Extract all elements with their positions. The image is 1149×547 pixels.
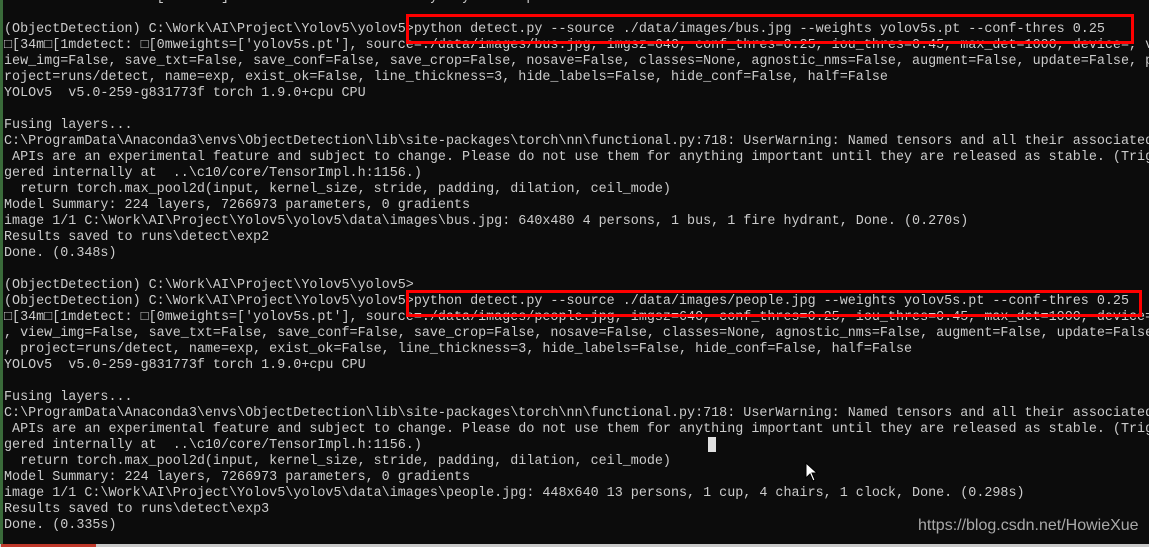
terminal-line: YOLOv5 v5.0-259-g831773f torch 1.9.0+cpu…	[4, 86, 366, 101]
terminal-line: , view_img=False, save_txt=False, save_c…	[4, 326, 1149, 341]
terminal-output[interactable]: FileNotFoundError: [Errno 2] No such fil…	[4, 0, 1149, 534]
terminal-line: C:\ProgramData\Anaconda3\envs\ObjectDete…	[4, 134, 1149, 149]
terminal-line: return torch.max_pool2d(input, kernel_si…	[4, 454, 671, 469]
watermark: https://blog.csdn.net/HowieXue	[918, 517, 1139, 534]
terminal-line: Fusing layers...	[4, 118, 133, 133]
mouse-pointer-icon	[805, 462, 819, 482]
highlight-box-command-1	[406, 14, 1134, 44]
terminal-line: Done. (0.348s)	[4, 246, 117, 261]
terminal-line: return torch.max_pool2d(input, kernel_si…	[4, 182, 671, 197]
terminal-line: image 1/1 C:\Work\AI\Project\Yolov5\yolo…	[4, 214, 969, 229]
terminal-line: image 1/1 C:\Work\AI\Project\Yolov5\yolo…	[4, 486, 1025, 501]
terminal-line: C:\ProgramData\Anaconda3\envs\ObjectDete…	[4, 406, 1149, 421]
terminal-line: Results saved to runs\detect\exp3	[4, 502, 270, 517]
text-cursor	[708, 437, 716, 452]
terminal-line: APIs are an experimental feature and sub…	[4, 150, 1149, 165]
terminal-line: Model Summary: 224 layers, 7266973 param…	[4, 198, 471, 213]
terminal-line: roject=runs/detect, name=exp, exist_ok=F…	[4, 70, 888, 85]
terminal-line: iew_img=False, save_txt=False, save_conf…	[4, 54, 1149, 69]
terminal-line: Model Summary: 224 layers, 7266973 param…	[4, 470, 471, 485]
terminal-line: gered internally at ..\c10/core/TensorIm…	[4, 166, 422, 181]
highlight-box-command-2	[406, 290, 1142, 317]
terminal-line: Fusing layers...	[4, 390, 133, 405]
terminal-line: APIs are an experimental feature and sub…	[4, 422, 1149, 437]
terminal-line: , project=runs/detect, name=exp, exist_o…	[4, 342, 913, 357]
window-edge	[0, 0, 3, 547]
terminal-line: YOLOv5 v5.0-259-g831773f torch 1.9.0+cpu…	[4, 358, 366, 373]
terminal-line: Results saved to runs\detect\exp2	[4, 230, 270, 245]
terminal-line: gered internally at ..\c10/core/TensorIm…	[4, 438, 422, 453]
